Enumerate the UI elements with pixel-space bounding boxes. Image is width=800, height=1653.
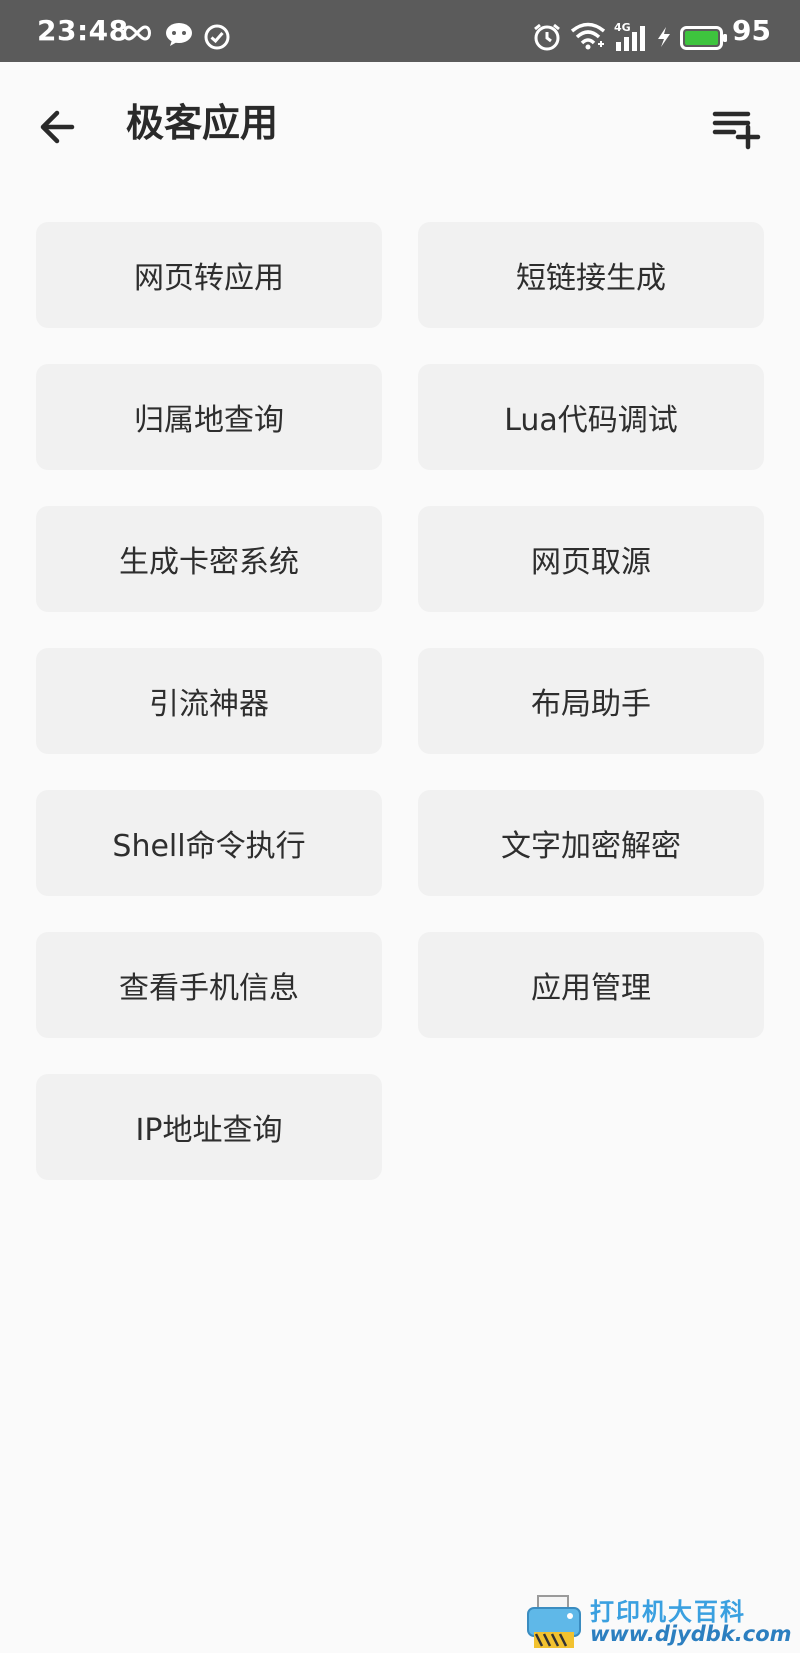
tool-app-manager-button[interactable]: 应用管理 (418, 932, 764, 1038)
alarm-icon (534, 23, 560, 51)
tool-text-encrypt-button[interactable]: 文字加密解密 (418, 790, 764, 896)
tool-layout-helper-button[interactable]: 布局助手 (418, 648, 764, 754)
wifi-icon (570, 22, 606, 50)
app-bar: 极客应用 (0, 62, 800, 182)
add-to-list-button[interactable] (708, 102, 764, 152)
back-button[interactable] (30, 102, 90, 152)
infinity-icon (123, 25, 151, 41)
tool-short-link-button[interactable]: 短链接生成 (418, 222, 764, 328)
arrow-left-icon (40, 110, 75, 144)
tool-ip-lookup-button[interactable]: IP地址查询 (36, 1074, 382, 1180)
printer-logo-icon (527, 1595, 581, 1648)
battery-icon (680, 26, 727, 50)
playlist-add-icon (712, 111, 761, 150)
wechat-icon (166, 23, 192, 46)
charging-icon (658, 27, 670, 47)
tool-card-key-system-button[interactable]: 生成卡密系统 (36, 506, 382, 612)
tool-device-info-button[interactable]: 查看手机信息 (36, 932, 382, 1038)
page-title: 极客应用 (126, 101, 279, 145)
tool-phone-location-button[interactable]: 归属地查询 (36, 364, 382, 470)
tool-web-to-app-button[interactable]: 网页转应用 (36, 222, 382, 328)
status-bar: 23:48 4G 95 (0, 0, 800, 62)
check-circle-icon (204, 24, 230, 50)
tool-web-source-button[interactable]: 网页取源 (418, 506, 764, 612)
tools-grid: 网页转应用 短链接生成 归属地查询 Lua代码调试 生成卡密系统 网页取源 引流… (36, 222, 764, 1180)
tool-lua-debug-button[interactable]: Lua代码调试 (418, 364, 764, 470)
watermark-url: www.djydbk.com (590, 1622, 792, 1646)
status-time: 23:48 (37, 14, 129, 47)
signal-icon (616, 26, 645, 51)
tool-shell-command-button[interactable]: Shell命令执行 (36, 790, 382, 896)
tool-traffic-tool-button[interactable]: 引流神器 (36, 648, 382, 754)
watermark: 打印机大百科 www.djydbk.com (520, 1590, 800, 1653)
battery-percent: 95 (732, 14, 771, 47)
